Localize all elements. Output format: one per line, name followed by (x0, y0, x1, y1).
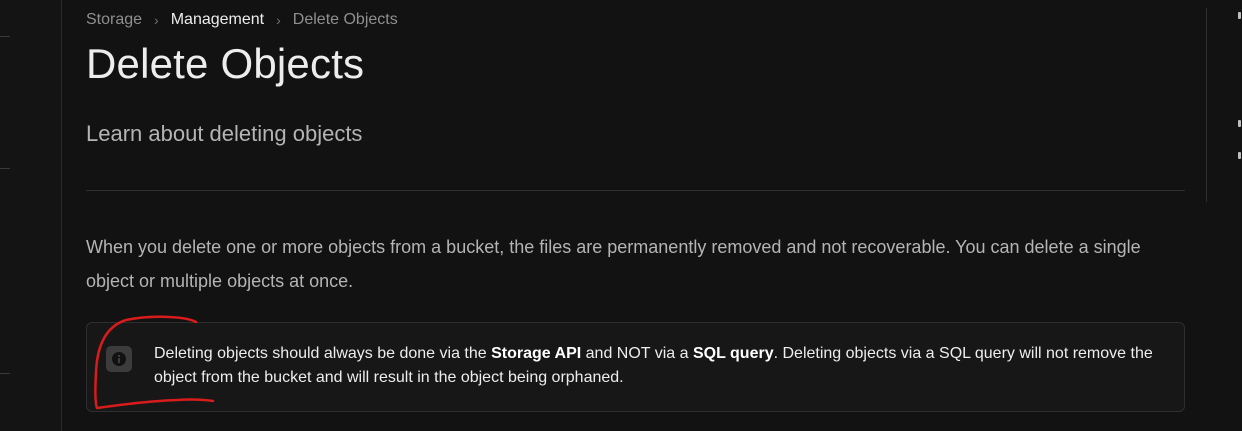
breadcrumb-item-storage[interactable]: Storage (86, 11, 142, 29)
breadcrumb-item-management[interactable]: Management (171, 11, 264, 29)
callout-bold-storage-api: Storage API (491, 345, 582, 362)
toc-divider (1206, 8, 1207, 202)
breadcrumb: Storage › Management › Delete Objects (86, 9, 398, 31)
docs-page: Storage › Management › Delete Objects De… (0, 0, 1242, 431)
sidebar-divider (0, 373, 10, 374)
callout-text: Deleting objects should always be done v… (154, 342, 1164, 390)
intro-paragraph: When you delete one or more objects from… (86, 237, 1141, 291)
header-divider (86, 190, 1185, 191)
page-title: Delete Objects (86, 40, 365, 87)
callout-bold-sql-query: SQL query (692, 345, 774, 362)
chevron-right-icon: › (154, 12, 159, 28)
sidebar-divider (0, 168, 10, 169)
callout-text-part: Deleting objects should always be done v… (154, 345, 492, 362)
left-sidebar (0, 0, 62, 431)
callout-text-part: and NOT via a (581, 345, 693, 362)
sidebar-divider (0, 36, 10, 37)
toc-item-fragment[interactable] (1238, 152, 1241, 159)
breadcrumb-item-delete-objects[interactable]: Delete Objects (293, 11, 398, 29)
page-subtitle: Learn about deleting objects (86, 121, 363, 146)
info-callout: Deleting objects should always be done v… (86, 322, 1185, 412)
chevron-right-icon: › (276, 12, 281, 28)
toc-item-fragment[interactable] (1238, 12, 1241, 19)
info-icon (106, 346, 132, 372)
toc-item-fragment[interactable] (1238, 120, 1241, 127)
